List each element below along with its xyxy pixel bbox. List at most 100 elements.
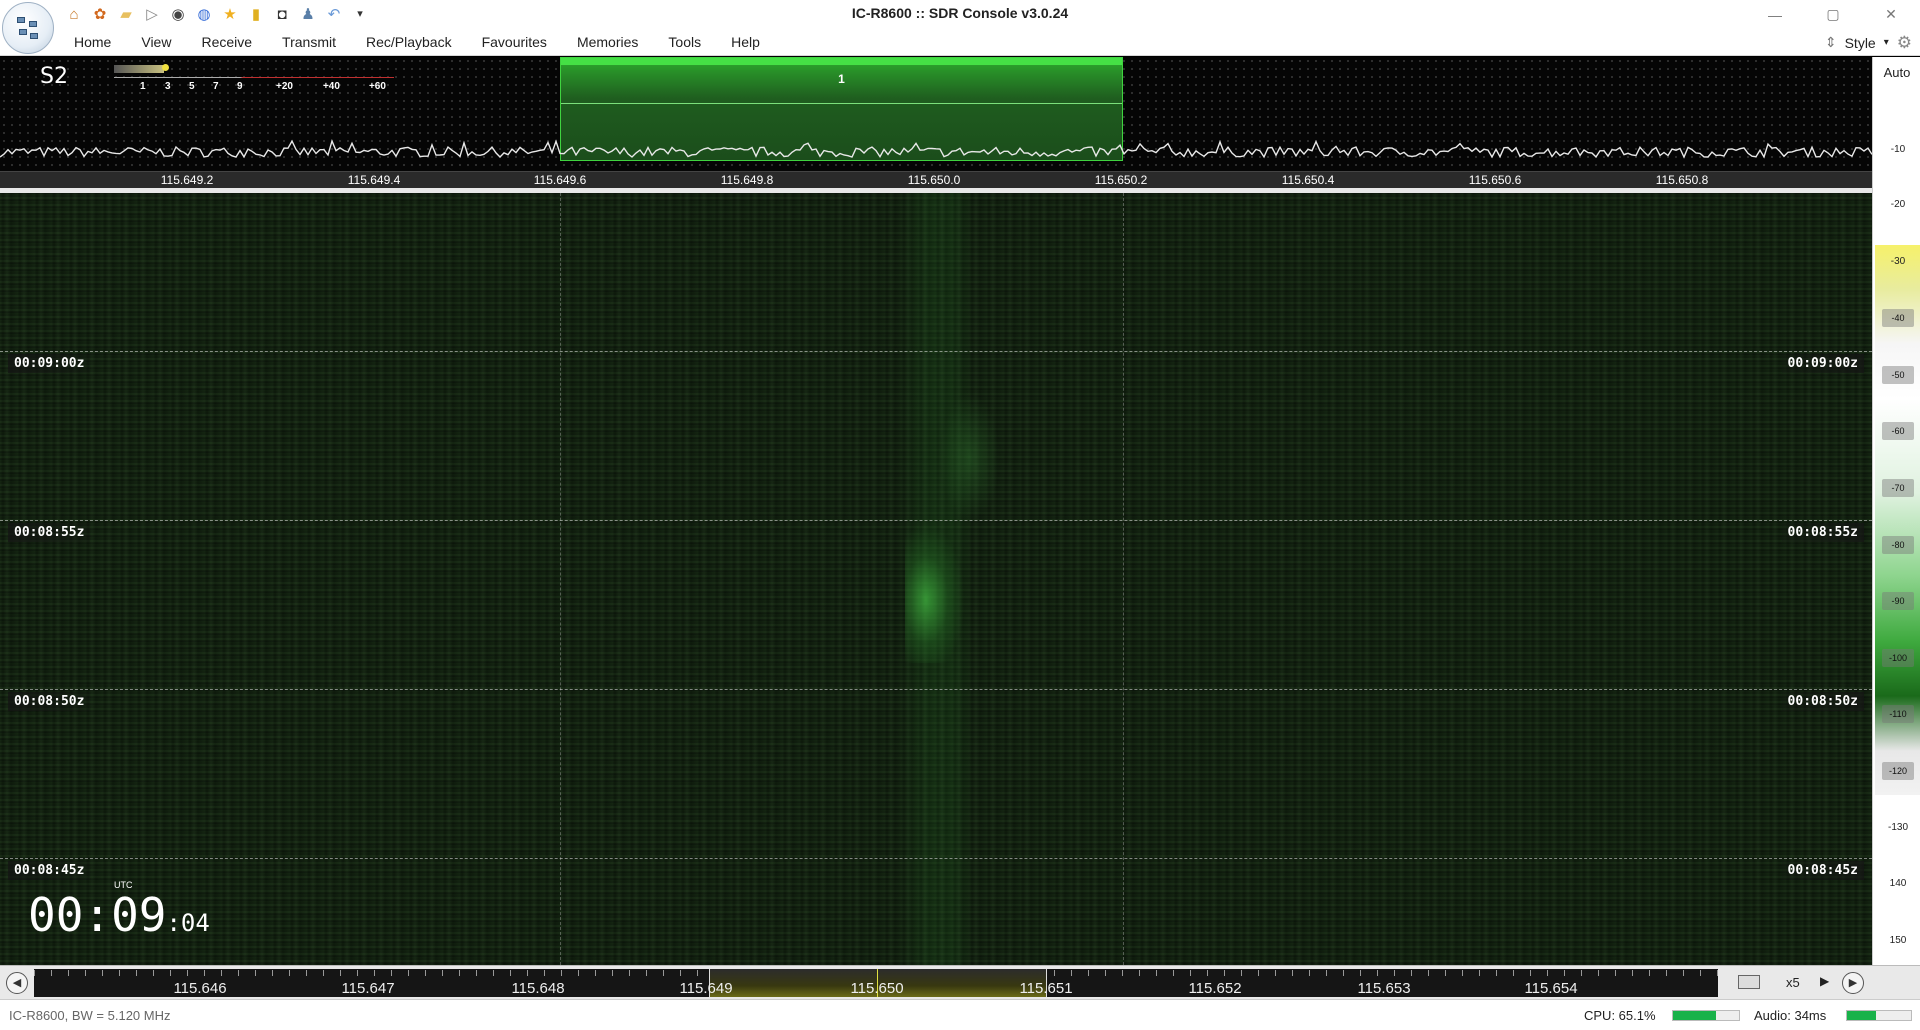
settings-icon[interactable]: ✿ <box>90 4 110 24</box>
spectrum-freq-label: 115.650.4 <box>1281 173 1335 187</box>
time-gridline <box>0 520 1872 521</box>
ruler-freq-label: 115.649 <box>679 980 733 997</box>
db-tick-label: -30 <box>1890 256 1906 267</box>
camera-icon[interactable]: ◘ <box>272 4 292 24</box>
time-marker: 00:09:00z <box>1781 354 1864 373</box>
db-tick-label: -100 <box>1882 649 1914 667</box>
db-tick-label: -90 <box>1882 592 1914 610</box>
db-tick-label: -110 <box>1882 705 1914 723</box>
db-tick-label: -10 <box>1890 144 1906 155</box>
db-tick-label: -40 <box>1882 309 1914 327</box>
minimize-button[interactable]: — <box>1746 0 1804 29</box>
frequency-ruler[interactable]: ◀ 115.646 115.647 115.648 115.649 115.650 115… <box>0 965 1920 999</box>
spectrum-freq-label: 115.649.4 <box>347 173 401 187</box>
menu-rec-playback[interactable]: Rec/Playback <box>351 29 467 56</box>
scroll-right-button[interactable]: ▶ <box>1842 972 1864 994</box>
spectrum-freq-label: 115.650.2 <box>1094 173 1148 187</box>
db-tick-label: -120 <box>1882 762 1914 780</box>
quick-access-toolbar: ⌂ ✿ ▰ ▷ ◉ ◍ ★ ▮ ◘ ♟ ↶ ▾ <box>64 3 370 25</box>
audio-meter <box>1846 1010 1912 1021</box>
menu-memories[interactable]: Memories <box>562 29 653 56</box>
close-button[interactable]: ✕ <box>1862 0 1920 29</box>
menu-home[interactable]: Home <box>59 29 126 56</box>
menu-help[interactable]: Help <box>716 29 775 56</box>
menu-receive[interactable]: Receive <box>186 29 267 56</box>
time-gridline <box>0 351 1872 352</box>
user-icon[interactable]: ♟ <box>298 4 318 24</box>
spectrum-display[interactable]: 1 S2 1 3 5 7 9 +20 +40 +60 115.649.2 115.649.4 11… <box>0 57 1872 188</box>
time-marker: 00:08:55z <box>8 523 91 542</box>
db-tick-label: 150 <box>1889 935 1907 946</box>
scroll-updown-icon[interactable]: ⇕ <box>1825 34 1837 51</box>
home-icon[interactable]: ⌂ <box>64 4 84 24</box>
db-tick-label: -60 <box>1882 422 1914 440</box>
title-bar: ⌂ ✿ ▰ ▷ ◉ ◍ ★ ▮ ◘ ♟ ↶ ▾ IC-R8600 :: SDR … <box>0 0 1920 29</box>
time-marker: 00:08:45z <box>1781 861 1864 880</box>
db-tick-label: -130 <box>1887 822 1908 833</box>
waterfall-display[interactable]: 00:09:00z 00:09:00z 00:08:55z 00:08:55z … <box>0 193 1872 965</box>
ruler-freq-label: 115.647 <box>341 980 395 997</box>
app-menu-button[interactable] <box>2 2 54 54</box>
window-controls: — ▢ ✕ <box>1746 0 1920 29</box>
play-icon[interactable]: ▷ <box>142 4 162 24</box>
style-area: ⇕ Style ▾ ⚙ <box>1825 29 1912 56</box>
scroll-left-button[interactable]: ◀ <box>6 972 28 994</box>
zoom-arrow-icon[interactable]: ▶ <box>1820 974 1829 988</box>
ruler-freq-label: 115.646 <box>173 980 227 997</box>
menu-items: Home View Receive Transmit Rec/Playback … <box>59 29 775 56</box>
db-tick-label: -80 <box>1882 536 1914 554</box>
menu-transmit[interactable]: Transmit <box>267 29 351 56</box>
passband-edge-left <box>560 193 561 965</box>
audio-meter-fill <box>1847 1011 1876 1020</box>
keyboard-icon[interactable] <box>1738 975 1760 989</box>
spectrum-freq-label: 115.649.2 <box>160 173 214 187</box>
maximize-button[interactable]: ▢ <box>1804 0 1862 29</box>
stop-icon[interactable]: ◉ <box>168 4 188 24</box>
cpu-meter <box>1672 1010 1740 1021</box>
cpu-label: CPU: 65.1% <box>1584 1008 1656 1023</box>
ruler-freq-label: 115.653 <box>1357 980 1411 997</box>
menu-favourites[interactable]: Favourites <box>467 29 562 56</box>
utc-clock-main: 00:09 <box>28 888 167 942</box>
device-status: IC-R8600, BW = 5.120 MHz <box>9 1008 171 1023</box>
ruler-freq-label: 115.648 <box>511 980 565 997</box>
undo-icon[interactable]: ↶ <box>324 4 344 24</box>
ruler-freq-label: 115.650 <box>850 980 904 997</box>
spectrum-freq-label: 115.650.8 <box>1655 173 1709 187</box>
waterfall-signal <box>905 523 965 663</box>
db-tick-label: -50 <box>1882 366 1914 384</box>
menu-tools[interactable]: Tools <box>653 29 716 56</box>
time-marker: 00:08:50z <box>1781 692 1864 711</box>
time-marker: 00:08:45z <box>8 861 91 880</box>
db-tick-label: -70 <box>1882 479 1914 497</box>
lock-icon[interactable]: ▮ <box>246 4 266 24</box>
globe-icon[interactable]: ◍ <box>194 4 214 24</box>
menu-view[interactable]: View <box>126 29 186 56</box>
style-menu[interactable]: Style <box>1845 35 1876 51</box>
waterfall-signal-faint <box>940 393 1000 523</box>
ruler-freq-label: 115.654 <box>1524 980 1578 997</box>
passband-edge-right <box>1123 193 1124 965</box>
gear-icon[interactable]: ⚙ <box>1897 33 1912 53</box>
time-marker: 00:08:50z <box>8 692 91 711</box>
spectrum-frequency-axis: 115.649.2 115.649.4 115.649.6 115.649.8 115.… <box>0 171 1872 188</box>
utc-clock-seconds: :04 <box>166 909 210 937</box>
time-marker: 00:09:00z <box>8 354 91 373</box>
spectrum-freq-label: 115.650.0 <box>907 173 961 187</box>
dropdown-icon[interactable]: ▾ <box>350 4 370 24</box>
star-icon[interactable]: ★ <box>220 4 240 24</box>
db-tick-label: 140 <box>1889 878 1907 889</box>
app-logo-icon <box>17 17 41 41</box>
db-tick-label: -20 <box>1890 199 1906 210</box>
cpu-meter-fill <box>1673 1011 1716 1020</box>
utc-clock: 00:09:04 <box>28 888 210 942</box>
menu-bar: Home View Receive Transmit Rec/Playback … <box>0 29 1920 56</box>
status-bar: IC-R8600, BW = 5.120 MHz CPU: 65.1% Audi… <box>0 999 1920 1030</box>
ruler-freq-label: 115.651 <box>1019 980 1073 997</box>
spectrum-trace-line <box>0 138 1872 159</box>
db-auto-button[interactable]: Auto <box>1877 65 1917 80</box>
zoom-level[interactable]: x5 <box>1786 975 1800 990</box>
chevron-down-icon[interactable]: ▾ <box>1884 37 1889 48</box>
folder-icon[interactable]: ▰ <box>116 4 136 24</box>
spectrum-trace <box>0 138 1872 159</box>
